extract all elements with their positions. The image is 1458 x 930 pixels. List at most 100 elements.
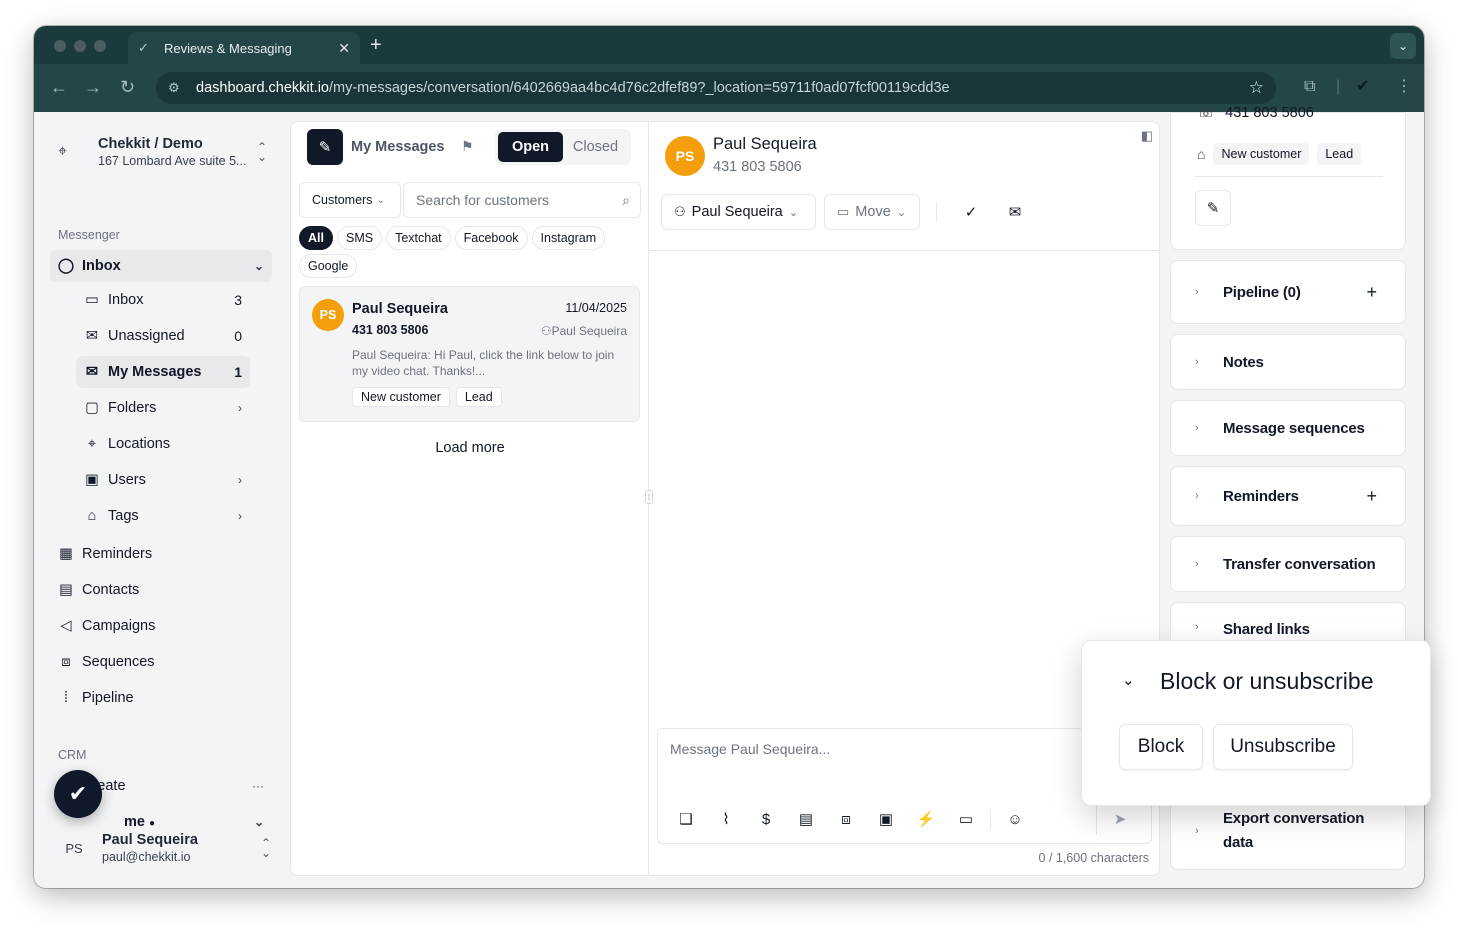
search-input[interactable] bbox=[416, 192, 623, 208]
video-icon[interactable]: ▭ bbox=[946, 803, 986, 835]
paperclip-icon[interactable]: ⌇ bbox=[706, 803, 746, 835]
sidebar-item-campaigns[interactable]: ◁ Campaigns bbox=[50, 610, 272, 642]
edit-contact-button[interactable]: ✎ bbox=[1195, 190, 1231, 226]
notes-section[interactable]: › Notes bbox=[1170, 334, 1406, 390]
folder-icon: ▭ bbox=[837, 204, 850, 219]
close-window-button[interactable] bbox=[54, 40, 66, 52]
maximize-window-button[interactable] bbox=[94, 40, 106, 52]
channel-chip-all[interactable]: All bbox=[299, 226, 333, 250]
flag-message-icon[interactable]: ⚑ bbox=[461, 138, 474, 155]
message-input[interactable] bbox=[670, 741, 1130, 781]
window-controls bbox=[54, 40, 106, 52]
sidebar-item-folders[interactable]: ▢ Folders › bbox=[76, 392, 250, 424]
sidebar-item-tags[interactable]: ⌂ Tags › bbox=[76, 500, 250, 532]
chevron-down-icon[interactable]: ⌄ bbox=[1122, 671, 1135, 689]
mail-icon[interactable]: ✉ bbox=[1005, 202, 1025, 222]
book-icon[interactable]: ❑ bbox=[666, 803, 706, 835]
compose-icon[interactable]: ✎ bbox=[307, 129, 343, 165]
message-sequences-section[interactable]: › Message sequences bbox=[1170, 400, 1406, 456]
tab-closed[interactable]: Closed bbox=[563, 132, 628, 162]
document-icon[interactable]: ▤ bbox=[786, 803, 826, 835]
conversation-list: ✎ My Messages ⚑ Open Closed Customers ⌄ … bbox=[291, 122, 649, 875]
popover-title: Block or unsubscribe bbox=[1160, 668, 1374, 694]
minimize-window-button[interactable] bbox=[74, 40, 86, 52]
channel-chip-instagram[interactable]: Instagram bbox=[531, 226, 606, 250]
extensions-icon[interactable]: ⧉ bbox=[1304, 77, 1315, 97]
sidebar-item-inbox[interactable]: ▭ Inbox 3 bbox=[76, 284, 250, 316]
channel-chip-sms[interactable]: SMS bbox=[336, 226, 383, 250]
conversation-card[interactable]: PS Paul Sequeira 11/04/2025 431 803 5806… bbox=[299, 286, 640, 422]
phone-icon: ☏ bbox=[1197, 105, 1216, 121]
chevron-right-icon: › bbox=[238, 401, 242, 415]
profile-icon[interactable]: ✔ bbox=[1356, 77, 1369, 97]
transfer-conversation-section[interactable]: › Transfer conversation bbox=[1170, 536, 1406, 592]
tab-search-button[interactable]: ⌄ bbox=[1390, 33, 1416, 59]
sidebar-item-reminders[interactable]: ▦ Reminders bbox=[50, 538, 272, 570]
user-menu[interactable]: PS Paul Sequeira paul@chekkit.io ⌃ ⌄ bbox=[50, 824, 274, 872]
workflow-icon[interactable]: ⧈ bbox=[826, 803, 866, 835]
send-icon[interactable]: ➤ bbox=[1097, 803, 1143, 835]
sidebar-item-my-messages[interactable]: ✉ My Messages 1 bbox=[76, 356, 250, 388]
channel-chip-google[interactable]: Google bbox=[299, 254, 358, 278]
lightning-icon[interactable]: ⚡ bbox=[906, 803, 946, 835]
block-unsubscribe-popover: ⌄ Block or unsubscribe Block Unsubscribe bbox=[1081, 640, 1431, 806]
customers-filter-dropdown[interactable]: Customers ⌄ bbox=[299, 182, 401, 218]
add-pipeline-icon[interactable]: + bbox=[1366, 282, 1377, 303]
channel-filters: All SMS Textchat Facebook Instagram Goog… bbox=[299, 226, 639, 278]
unsubscribe-button[interactable]: Unsubscribe bbox=[1213, 724, 1353, 770]
location-switcher[interactable]: ⌖ Chekkit / Demo 167 Lombard Ave suite 5… bbox=[50, 128, 270, 176]
chevron-right-icon: › bbox=[1195, 558, 1199, 570]
back-arrow-icon[interactable]: ← bbox=[50, 77, 68, 97]
tag-badge: Lead bbox=[1317, 143, 1362, 165]
load-more-button[interactable]: Load more bbox=[291, 440, 649, 456]
sidebar-item-contacts[interactable]: ▤ Contacts bbox=[50, 574, 272, 606]
dollar-icon[interactable]: $ bbox=[746, 803, 786, 835]
briefcase-icon[interactable]: ▣ bbox=[866, 803, 906, 835]
tab-title: Reviews & Messaging bbox=[164, 40, 292, 56]
add-reminder-icon[interactable]: + bbox=[1366, 486, 1377, 507]
assign-dropdown[interactable]: ⚇ Paul Sequeira ⌄ bbox=[661, 194, 816, 230]
inbox-tray-icon: ▭ bbox=[85, 292, 99, 308]
reload-icon[interactable]: ↻ bbox=[120, 77, 135, 97]
browser-menu-icon[interactable]: ⋮ bbox=[1396, 77, 1412, 97]
channel-chip-textchat[interactable]: Textchat bbox=[386, 226, 451, 250]
close-tab-icon[interactable]: ✕ bbox=[338, 40, 350, 57]
sidebar-item-sequences[interactable]: ⧈ Sequences bbox=[50, 646, 272, 678]
check-circle-icon[interactable]: ✓ bbox=[961, 202, 981, 222]
channel-chip-facebook[interactable]: Facebook bbox=[454, 226, 528, 250]
header-divider bbox=[649, 250, 1159, 251]
url-field[interactable]: ⚙ dashboard.chekkit.io/my-messages/conve… bbox=[156, 72, 1276, 104]
composer-toolbar: ❑ ⌇ $ ▤ ⧈ ▣ ⚡ ▭ ☺ bbox=[666, 803, 1035, 835]
url-text: dashboard.chekkit.io/my-messages/convers… bbox=[196, 80, 950, 96]
new-tab-button[interactable]: + bbox=[370, 35, 382, 55]
sidebar-item-pipeline[interactable]: ⁞ Pipeline bbox=[50, 682, 272, 714]
chevron-right-icon: › bbox=[1195, 621, 1199, 633]
messenger-section-label: Messenger bbox=[58, 228, 120, 242]
checkmark-fab-button[interactable]: ✔ bbox=[54, 770, 102, 818]
workflow-icon: ⧈ bbox=[61, 654, 71, 670]
kanban-icon: ⁞ bbox=[63, 690, 69, 706]
sidebar-item-users[interactable]: ▣ Users › bbox=[76, 464, 250, 496]
more-horizontal-icon[interactable]: ··· bbox=[252, 779, 264, 793]
map-pin-icon: ⌖ bbox=[87, 436, 97, 452]
avatar: PS bbox=[665, 136, 705, 176]
move-dropdown[interactable]: ▭ Move ⌄ bbox=[824, 194, 920, 230]
sidebar-item-unassigned[interactable]: ✉ Unassigned 0 bbox=[76, 320, 250, 352]
smile-icon[interactable]: ☺ bbox=[995, 803, 1035, 835]
chevron-right-icon: › bbox=[1195, 825, 1199, 837]
tab-open[interactable]: Open bbox=[498, 132, 563, 162]
chevron-down-icon: ⌄ bbox=[788, 206, 798, 219]
forward-arrow-icon[interactable]: → bbox=[84, 77, 102, 97]
collapse-panel-icon[interactable]: ◧ bbox=[1141, 128, 1153, 144]
bookmark-star-icon[interactable]: ☆ bbox=[1249, 78, 1264, 98]
site-settings-icon[interactable]: ⚙ bbox=[168, 80, 184, 96]
sidebar-item-locations[interactable]: ⌖ Locations bbox=[76, 428, 250, 460]
pipeline-section[interactable]: › Pipeline (0) + bbox=[1170, 260, 1406, 324]
mail-icon: ✉ bbox=[85, 328, 99, 344]
inbox-group-toggle[interactable]: ◯ Inbox ⌄ bbox=[50, 250, 272, 282]
reminders-section[interactable]: › Reminders + bbox=[1170, 466, 1406, 526]
block-button[interactable]: Block bbox=[1119, 724, 1203, 770]
assignee: ⚇Paul Sequeira bbox=[540, 324, 627, 338]
browser-tab[interactable]: ✓ Reviews & Messaging ✕ bbox=[128, 32, 360, 64]
map-pin-icon: ⌖ bbox=[58, 143, 68, 160]
